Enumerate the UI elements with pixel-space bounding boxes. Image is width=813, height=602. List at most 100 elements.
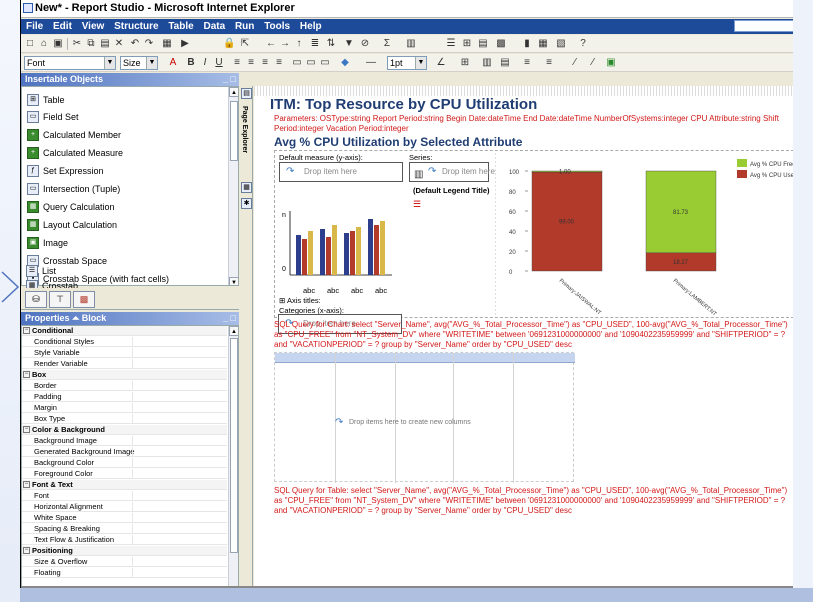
collapse-icon[interactable]: − xyxy=(23,426,30,433)
property-row[interactable]: Padding xyxy=(22,392,227,403)
menu-file[interactable]: File xyxy=(26,21,43,32)
insertable-item-calculated-member[interactable]: + Calculated Member xyxy=(27,128,121,146)
menu-structure[interactable]: Structure xyxy=(114,21,158,32)
scroll-up-icon[interactable]: ▲ xyxy=(229,326,238,336)
insertable-item-image[interactable]: ▣ Image xyxy=(27,236,68,254)
report-parameters[interactable]: Parameters: OSType:string Report Period:… xyxy=(274,114,793,134)
property-row[interactable]: Spacing & Breaking xyxy=(22,524,227,535)
delete-icon[interactable]: ✕ xyxy=(113,38,125,50)
menu-view[interactable]: View xyxy=(82,21,105,32)
scroll-up-icon[interactable]: ▲ xyxy=(229,87,238,97)
collapse-icon[interactable]: − xyxy=(23,547,30,554)
insertable-scrollbar[interactable]: ▲ ▼ xyxy=(228,87,238,285)
insertable-item-table[interactable]: ⊞ Table xyxy=(27,93,65,111)
sort-icon[interactable]: ⇅ xyxy=(325,38,337,50)
property-row[interactable]: Floating xyxy=(22,568,227,579)
line-style-icon[interactable]: — xyxy=(365,57,377,69)
scroll-down-icon[interactable]: ▼ xyxy=(229,277,238,285)
table-drop-zone[interactable]: ↷ Drop items here to create new columns xyxy=(335,417,471,428)
conditional-style-icon[interactable]: ▣ xyxy=(605,57,617,69)
help-icon[interactable]: ? xyxy=(577,38,589,50)
tab-source[interactable]: ⛁ xyxy=(25,291,47,308)
run-report-icon[interactable]: ▶ xyxy=(179,38,191,50)
insertable-item-query-calculation[interactable]: ▦ Query Calculation xyxy=(27,200,115,218)
align-center-icon[interactable]: ≡ xyxy=(245,57,257,69)
chevron-down-icon[interactable]: ▼ xyxy=(104,57,115,69)
page-explorer-icon[interactable]: ▤ xyxy=(241,88,252,99)
insertable-item-layout-calculation[interactable]: ▦ Layout Calculation xyxy=(27,218,117,236)
menu-help[interactable]: Help xyxy=(300,21,322,32)
select-ancestor-icon[interactable]: ⇱ xyxy=(239,38,251,50)
view-sql-icon[interactable]: ▦ xyxy=(161,38,173,50)
property-row[interactable]: Horizontal Alignment xyxy=(22,502,227,513)
property-row[interactable]: Style Variable xyxy=(22,348,227,359)
pick-style-icon[interactable]: ⁄ xyxy=(569,57,581,69)
chevron-down-icon[interactable]: ▼ xyxy=(415,57,426,69)
chart-title[interactable]: Avg % CPU Utilization by Selected Attrib… xyxy=(274,135,522,149)
redo-icon[interactable]: ↷ xyxy=(143,38,155,50)
aggregate-icon[interactable]: Σ xyxy=(381,38,393,50)
sql-table-text[interactable]: SQL Query for Table: select "Server_Name… xyxy=(274,486,793,516)
back-icon[interactable]: ← xyxy=(265,38,277,50)
property-row[interactable]: Generated Background Image xyxy=(22,447,227,458)
insertable-item-calculated-measure[interactable]: + Calculated Measure xyxy=(27,146,123,164)
line-width-combo[interactable]: 1pt ▼ xyxy=(387,56,427,70)
measure-drop-zone[interactable]: ↷ Drop item here xyxy=(279,162,403,182)
menu-data[interactable]: Data xyxy=(203,21,225,32)
build-prompt-icon[interactable]: ▩ xyxy=(495,38,507,50)
property-row[interactable]: Size & Overflow xyxy=(22,557,227,568)
property-row[interactable]: Foreground Color xyxy=(22,469,227,480)
new-icon[interactable]: □ xyxy=(24,38,36,50)
format-icon[interactable]: ▧ xyxy=(555,38,567,50)
property-row[interactable]: Text Flow & Justification xyxy=(22,535,227,546)
property-section[interactable]: − Positioning xyxy=(22,546,227,557)
merge-cells-icon[interactable]: ▥ xyxy=(481,57,493,69)
scrollbar-thumb[interactable] xyxy=(230,338,238,553)
panel-minimize-icon[interactable]: _ □ xyxy=(223,312,236,325)
page-explorer-label[interactable]: Page Explorer xyxy=(241,106,248,153)
property-section[interactable]: − Color & Background xyxy=(22,425,227,436)
property-section[interactable]: − Font & Text xyxy=(22,480,227,491)
property-row[interactable]: Background Color xyxy=(22,458,227,469)
properties-scrollbar[interactable]: ▲ xyxy=(228,326,238,587)
lock-icon[interactable]: 🔒 xyxy=(223,38,235,50)
preview-chart[interactable]: 100 80 60 40 20 0 99.00 1.00 Primary:JAISWAL:NT 1… xyxy=(495,153,793,317)
menu-search-field[interactable] xyxy=(734,20,793,32)
chart-type-icon[interactable]: ▮ xyxy=(521,38,533,50)
suppress-icon[interactable]: ⊘ xyxy=(359,38,371,50)
scrollbar-thumb[interactable] xyxy=(230,101,238,161)
panel-minimize-icon[interactable]: _ □ xyxy=(223,73,236,86)
copy-icon[interactable]: ⧉ xyxy=(85,38,97,50)
size-combo[interactable]: Size ▼ xyxy=(120,56,158,70)
fill-color-icon[interactable]: ◆ xyxy=(339,57,351,69)
underline-icon[interactable]: U xyxy=(213,57,225,69)
layout-icon[interactable]: ▦ xyxy=(537,38,549,50)
border-inner-icon[interactable]: ▭ xyxy=(305,57,317,69)
collapse-icon[interactable]: − xyxy=(23,481,30,488)
query-explorer-icon[interactable]: ▦ xyxy=(241,182,252,193)
property-section[interactable]: − Conditional xyxy=(22,326,227,337)
chart-icon[interactable]: ▤ xyxy=(477,38,489,50)
series-drop-zone[interactable]: ▥ ↷ Drop item here xyxy=(409,162,495,182)
chart-block[interactable]: Default measure (y-axis): ↷ Drop item he… xyxy=(274,150,793,318)
default-legend-title[interactable]: (Default Legend Title) xyxy=(413,186,490,195)
up-arrow-icon[interactable]: ⏶ xyxy=(72,313,82,323)
border-outer-icon[interactable]: ▭ xyxy=(319,57,331,69)
insertable-item-set-expression[interactable]: ƒ Set Expression xyxy=(27,164,104,182)
up-icon[interactable]: ↑ xyxy=(293,38,305,50)
font-color-icon[interactable]: A xyxy=(167,57,179,69)
tab-toolbox[interactable]: ▩ xyxy=(73,291,95,308)
property-row[interactable]: Conditional Styles xyxy=(22,337,227,348)
menu-table[interactable]: Table xyxy=(168,21,193,32)
border-icon[interactable]: ▭ xyxy=(291,57,303,69)
property-row[interactable]: Box Type xyxy=(22,414,227,425)
italic-icon[interactable]: I xyxy=(199,57,211,69)
list-icon[interactable]: ☰ xyxy=(445,38,457,50)
collapse-icon[interactable]: − xyxy=(23,327,30,334)
font-combo[interactable]: Font ▼ xyxy=(24,56,116,70)
menu-edit[interactable]: Edit xyxy=(53,21,72,32)
property-row[interactable]: Margin xyxy=(22,403,227,414)
bold-icon[interactable]: B xyxy=(185,57,197,69)
insert-chart-icon[interactable]: ▥ xyxy=(405,38,417,50)
property-section[interactable]: − Box xyxy=(22,370,227,381)
